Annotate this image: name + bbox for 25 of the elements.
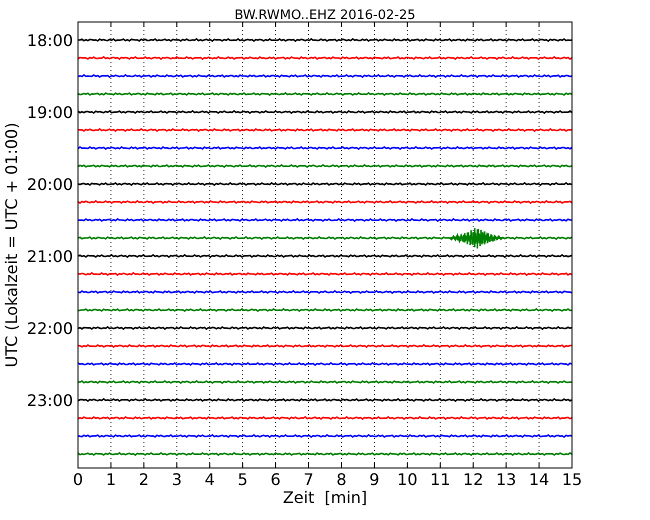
- tick-label: 21:00: [26, 247, 73, 266]
- tick-label: 8: [336, 470, 347, 489]
- tick-label: 20:00: [26, 175, 73, 194]
- tick-label: 14: [528, 470, 550, 489]
- tick-label: 7: [303, 470, 314, 489]
- tick-label: 11: [430, 470, 450, 489]
- tick-label: 4: [204, 470, 215, 489]
- tick-label: 19:00: [26, 103, 73, 122]
- tick-label: 9: [369, 470, 380, 489]
- tick-label: 18:00: [26, 31, 73, 50]
- tick-label: 5: [238, 470, 248, 489]
- chart-title: BW.RWMO..EHZ 2016-02-25: [234, 8, 416, 23]
- axis-title: Zeit [min]: [282, 488, 368, 507]
- tick-label: 10: [397, 470, 418, 489]
- tick-label: 22:00: [26, 319, 73, 338]
- tick-label: 1: [106, 470, 116, 489]
- axis-title: UTC (Lokalzeit = UTC + 01:00): [2, 122, 21, 368]
- tick-label: 13: [496, 470, 516, 489]
- tick-label: 2: [138, 470, 149, 489]
- tick-label: 23:00: [26, 391, 73, 410]
- tick-label: 0: [72, 470, 84, 489]
- tick-label: 3: [172, 470, 182, 489]
- tick-label: 6: [270, 470, 281, 489]
- tick-label: 12: [463, 470, 484, 489]
- tick-label: 15: [562, 470, 582, 489]
